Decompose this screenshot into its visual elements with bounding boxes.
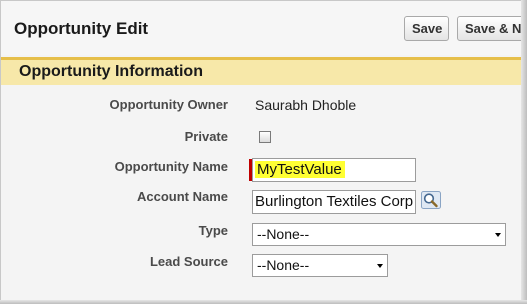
lead-source-select[interactable]: --None-- xyxy=(252,254,388,277)
private-checkbox[interactable] xyxy=(259,131,271,143)
account-name-value: Burlington Textiles Corp xyxy=(255,193,414,210)
type-select[interactable]: --None-- xyxy=(252,223,506,246)
magnifier-lookup-icon[interactable] xyxy=(421,191,441,209)
edit-page: Opportunity Edit Save Save & New Opportu… xyxy=(0,0,527,304)
chevron-down-icon xyxy=(495,233,501,237)
type-selected-value: --None-- xyxy=(257,226,310,242)
lead-source-label: Lead Source xyxy=(149,254,228,269)
account-name-label: Account Name xyxy=(136,189,228,204)
account-name-input[interactable]: Burlington Textiles Corp xyxy=(252,190,416,214)
type-label: Type xyxy=(198,223,228,238)
section-header: Opportunity Information xyxy=(1,57,526,85)
opportunity-name-label: Opportunity Name xyxy=(114,159,228,174)
opportunity-name-value: MyTestValue xyxy=(255,161,345,178)
opportunity-name-input[interactable]: MyTestValue xyxy=(252,158,416,182)
owner-value: Saurabh Dhoble xyxy=(255,97,357,113)
frame-shadow-bottom xyxy=(0,300,527,304)
chevron-down-icon xyxy=(377,264,383,268)
save-button[interactable]: Save xyxy=(404,16,449,41)
owner-label: Opportunity Owner xyxy=(109,97,228,112)
save-and-new-button[interactable]: Save & New xyxy=(457,16,526,41)
section-title: Opportunity Information xyxy=(19,63,203,80)
private-label: Private xyxy=(184,129,228,144)
page-header: Opportunity Edit Save Save & New xyxy=(1,1,526,55)
lead-source-selected-value: --None-- xyxy=(257,257,310,273)
page-title: Opportunity Edit xyxy=(14,19,149,38)
frame-shadow-right xyxy=(521,0,527,304)
